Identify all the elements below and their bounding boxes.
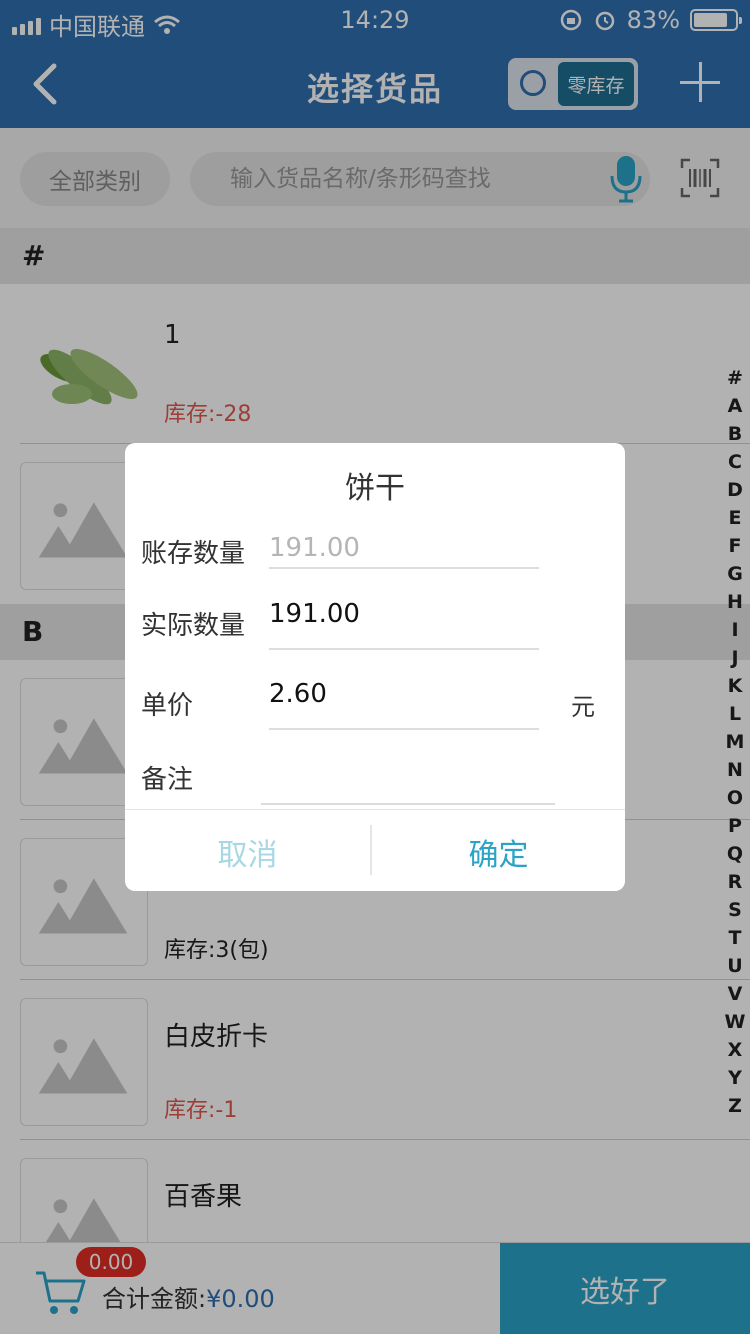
note-label: 备注 <box>141 765 194 795</box>
note-input[interactable] <box>261 753 555 783</box>
confirm-button[interactable]: 确定 <box>372 813 625 891</box>
cancel-button[interactable]: 取消 <box>125 813 370 891</box>
price-label: 单价 <box>141 691 194 721</box>
actual-qty-input[interactable] <box>269 599 539 629</box>
book-qty-label: 账存数量 <box>141 539 246 569</box>
book-qty-value: 191.00 <box>269 533 360 563</box>
dialog-title: 饼干 <box>345 471 405 506</box>
edit-item-dialog: 饼干 账存数量 191.00 实际数量 单价 元 备注 取消 确定 <box>125 443 625 891</box>
price-input[interactable] <box>269 679 539 709</box>
price-unit: 元 <box>571 693 595 721</box>
actual-qty-label: 实际数量 <box>141 611 246 641</box>
